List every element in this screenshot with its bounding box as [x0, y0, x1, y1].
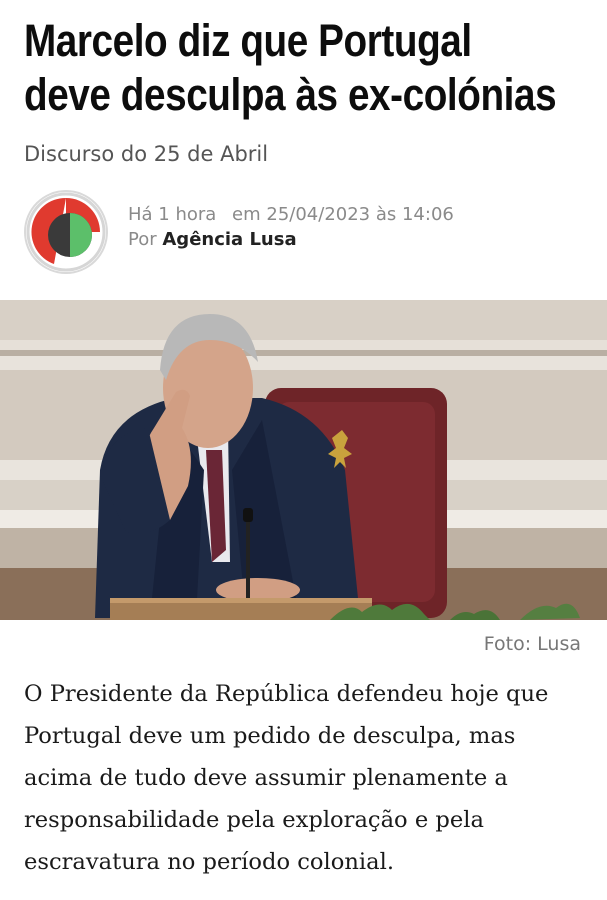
- headline-line-1: Marcelo diz que Portugal: [24, 15, 472, 66]
- by-prefix: Por: [128, 229, 157, 250]
- publish-date: em 25/04/2023 às 14:06: [232, 204, 454, 225]
- article-subtitle: Discurso do 25 de Abril: [24, 142, 269, 166]
- photo-caption: Foto: Lusa: [483, 633, 581, 655]
- article-headline: Marcelo diz que Portugal deve desculpa à…: [24, 14, 557, 122]
- author-link[interactable]: Agência Lusa: [162, 229, 296, 250]
- byline: Há 1 hora em 25/04/2023 às 14:06 Por Agê…: [24, 190, 584, 274]
- headline-line-2: deve desculpa às ex-colónias: [24, 69, 557, 120]
- publisher-logo-icon[interactable]: [24, 190, 108, 274]
- article-meta: Há 1 hora em 25/04/2023 às 14:06 Por Agê…: [128, 204, 454, 250]
- relative-time: Há 1 hora: [128, 204, 217, 225]
- article: Marcelo diz que Portugal deve desculpa à…: [0, 0, 607, 900]
- article-photo[interactable]: [0, 300, 607, 620]
- article-lead: O Presidente da República defendeu hoje …: [24, 681, 549, 875]
